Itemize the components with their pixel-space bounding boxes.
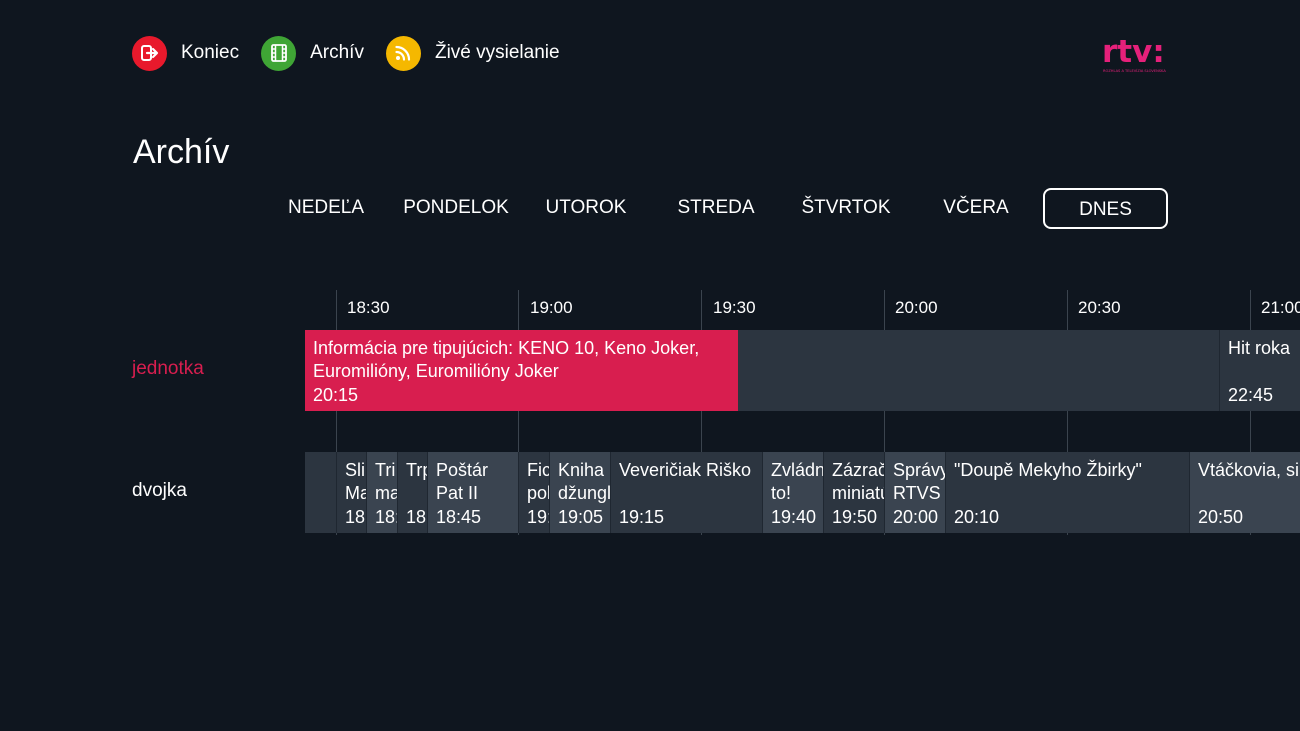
epg-timeline: 18:30 19:00 19:30 20:00 20:30 21:00 Info…: [305, 290, 1300, 535]
tab-label: ŠTVRTOK: [801, 197, 891, 218]
program-time: 19:05: [558, 507, 604, 527]
program-cell[interactable]: "Doupě Mekyho Žbirky" 20:10: [945, 452, 1189, 533]
tab-label: PONDELOK: [403, 197, 509, 218]
time-label: 18:30: [347, 298, 390, 317]
program-title: Hit roka: [1228, 338, 1291, 358]
program-cell[interactable]: Hit roka 22:45: [1219, 330, 1300, 411]
program-time: 20:10: [954, 507, 1000, 527]
channel-label-jednotka[interactable]: jednotka: [132, 358, 204, 380]
tab-label: NEDEĽA: [287, 197, 365, 218]
rss-icon: [385, 35, 421, 71]
tab-pondelok[interactable]: PONDELOK: [391, 188, 521, 229]
program-cell-highlighted[interactable]: Informácia pre tipujúcich: KENO 10, Keno…: [305, 330, 738, 411]
tab-label: STREDA: [677, 197, 755, 218]
channel-label-dvojka[interactable]: dvojka: [132, 480, 187, 502]
time-label: 19:00: [530, 298, 573, 317]
program-title: "Doupě Mekyho Žbirky": [954, 460, 1142, 480]
top-navigation: Koniec Archív Živé vysielanie: [132, 35, 582, 71]
archive-label: Archív: [310, 42, 364, 63]
program-time: 18:40: [406, 507, 427, 527]
archive-button[interactable]: Archív: [261, 35, 364, 71]
exit-label: Koniec: [181, 42, 240, 63]
program-cell[interactable]: Fici pol 19:00: [518, 452, 549, 533]
program-cell[interactable]: [738, 330, 1219, 411]
program-cell[interactable]: [305, 452, 336, 533]
film-icon: [261, 35, 297, 71]
program-title: Správy RTVS: [893, 460, 945, 503]
live-broadcast-label: Živé vysielanie: [434, 42, 560, 63]
exit-icon: [132, 35, 167, 71]
tab-utorok[interactable]: UTOROK: [526, 188, 646, 229]
tab-label: DNES: [1079, 199, 1132, 220]
tab-dnes[interactable]: DNES: [1043, 188, 1168, 229]
time-label: 19:30: [713, 298, 756, 317]
channel-row-dvojka: Slimák Ma 18:30 Tri ma 18:35 Trpaslíci 1…: [305, 452, 1300, 533]
program-cell[interactable]: Vtáčkovia, si 20:50: [1189, 452, 1300, 533]
program-title: Kniha džungle: [558, 460, 610, 503]
logo-text: rtv:: [1102, 38, 1165, 70]
program-title: Trpaslíci: [406, 460, 427, 480]
time-label: 20:00: [895, 298, 938, 317]
tab-stvrtok[interactable]: ŠTVRTOK: [786, 188, 906, 229]
program-time: 18:35: [375, 507, 397, 527]
program-cell[interactable]: Trpaslíci 18:40: [397, 452, 427, 533]
tab-label: VČERA: [943, 197, 1009, 218]
program-time: 19:40: [771, 507, 817, 527]
program-title: Slimák Ma: [345, 460, 366, 503]
tab-nedela[interactable]: NEDEĽA: [266, 188, 386, 229]
program-cell[interactable]: Tri ma 18:35: [366, 452, 397, 533]
program-title: Tri ma: [375, 460, 397, 503]
program-time: 20:00: [893, 507, 939, 527]
program-cell[interactable]: Poštár Pat II 18:45: [427, 452, 518, 533]
logo-subtitle: ROZHLAS A TELEVÍZIA SLOVENSKA: [1103, 68, 1166, 73]
tab-streda[interactable]: STREDA: [656, 188, 776, 229]
day-tabs: NEDEĽA PONDELOK UTOROK STREDA ŠTVRTOK VČ…: [0, 188, 1300, 230]
program-cell[interactable]: Zvládni to! 19:40: [762, 452, 823, 533]
rtvs-logo: rtv: ROZHLAS A TELEVÍZIA SLOVENSKA: [1102, 34, 1172, 78]
time-label: 21:00: [1261, 298, 1300, 317]
program-cell[interactable]: Správy RTVS 20:00: [884, 452, 945, 533]
program-title: Zázračné miniatúry: [832, 460, 884, 503]
live-broadcast-button[interactable]: Živé vysielanie: [385, 35, 560, 71]
program-time: 20:15: [313, 385, 359, 405]
program-cell[interactable]: Slimák Ma 18:30: [336, 452, 366, 533]
program-title: Vtáčkovia, si: [1198, 460, 1300, 480]
program-time: 20:50: [1198, 507, 1244, 527]
program-title: Veveričiak Riško: [619, 460, 752, 480]
program-time: 19:50: [832, 507, 878, 527]
page-title: Archív: [133, 133, 230, 171]
program-title: Poštár Pat II: [436, 460, 489, 503]
program-time: 19:15: [619, 507, 665, 527]
tab-vcera[interactable]: VČERA: [916, 188, 1036, 229]
program-time: 22:45: [1228, 385, 1274, 405]
exit-button[interactable]: Koniec: [132, 35, 240, 71]
program-time: 18:45: [436, 507, 482, 527]
program-cell[interactable]: Zázračné miniatúry 19:50: [823, 452, 884, 533]
channel-row-jednotka: Informácia pre tipujúcich: KENO 10, Keno…: [305, 330, 1300, 411]
program-title: Informácia pre tipujúcich: KENO 10, Keno…: [313, 338, 700, 381]
program-cell[interactable]: Kniha džungle 19:05: [549, 452, 610, 533]
tab-label: UTOROK: [545, 197, 627, 218]
program-time: 19:00: [527, 507, 549, 527]
program-time: 18:30: [345, 507, 366, 527]
program-cell[interactable]: Veveričiak Riško 19:15: [610, 452, 762, 533]
time-label: 20:30: [1078, 298, 1121, 317]
program-title: Zvládni to!: [771, 460, 823, 503]
program-title: Fici pol: [527, 460, 549, 503]
